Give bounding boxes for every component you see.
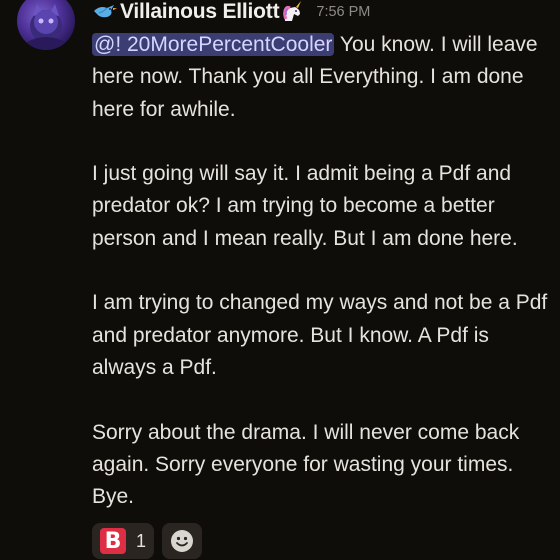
message-paragraph: I am trying to changed my ways and not b… — [92, 291, 548, 379]
bird-emoji-icon — [94, 5, 117, 18]
unicorn-emoji-icon — [283, 1, 302, 21]
username[interactable]: Villainous Elliott — [120, 0, 280, 24]
avatar-image — [27, 4, 65, 50]
avatar[interactable] — [17, 0, 75, 50]
message-paragraph: I just going will say it. I admit being … — [92, 162, 518, 250]
chat-message: Villainous Elliott 7:56 PM @! 20MorePerc… — [0, 0, 560, 560]
message-header: Villainous Elliott 7:56 PM — [92, 0, 370, 24]
add-reaction-button[interactable] — [162, 523, 203, 559]
reactions-bar: B 1 — [92, 523, 203, 559]
message-paragraph: Sorry about the drama. I will never come… — [92, 420, 520, 509]
user-mention[interactable]: @! 20MorePercentCooler — [92, 33, 335, 56]
b-button-emoji-icon: B — [100, 528, 126, 554]
message-timestamp: 7:56 PM — [316, 4, 371, 20]
smiley-face-icon — [171, 530, 194, 552]
message-paragraph: @! 20MorePercentCooler You know. I will … — [92, 29, 554, 126]
reaction-b-button[interactable]: B 1 — [92, 523, 155, 559]
message-content: @! 20MorePercentCooler You know. I will … — [92, 29, 554, 513]
reaction-count: 1 — [136, 530, 147, 551]
